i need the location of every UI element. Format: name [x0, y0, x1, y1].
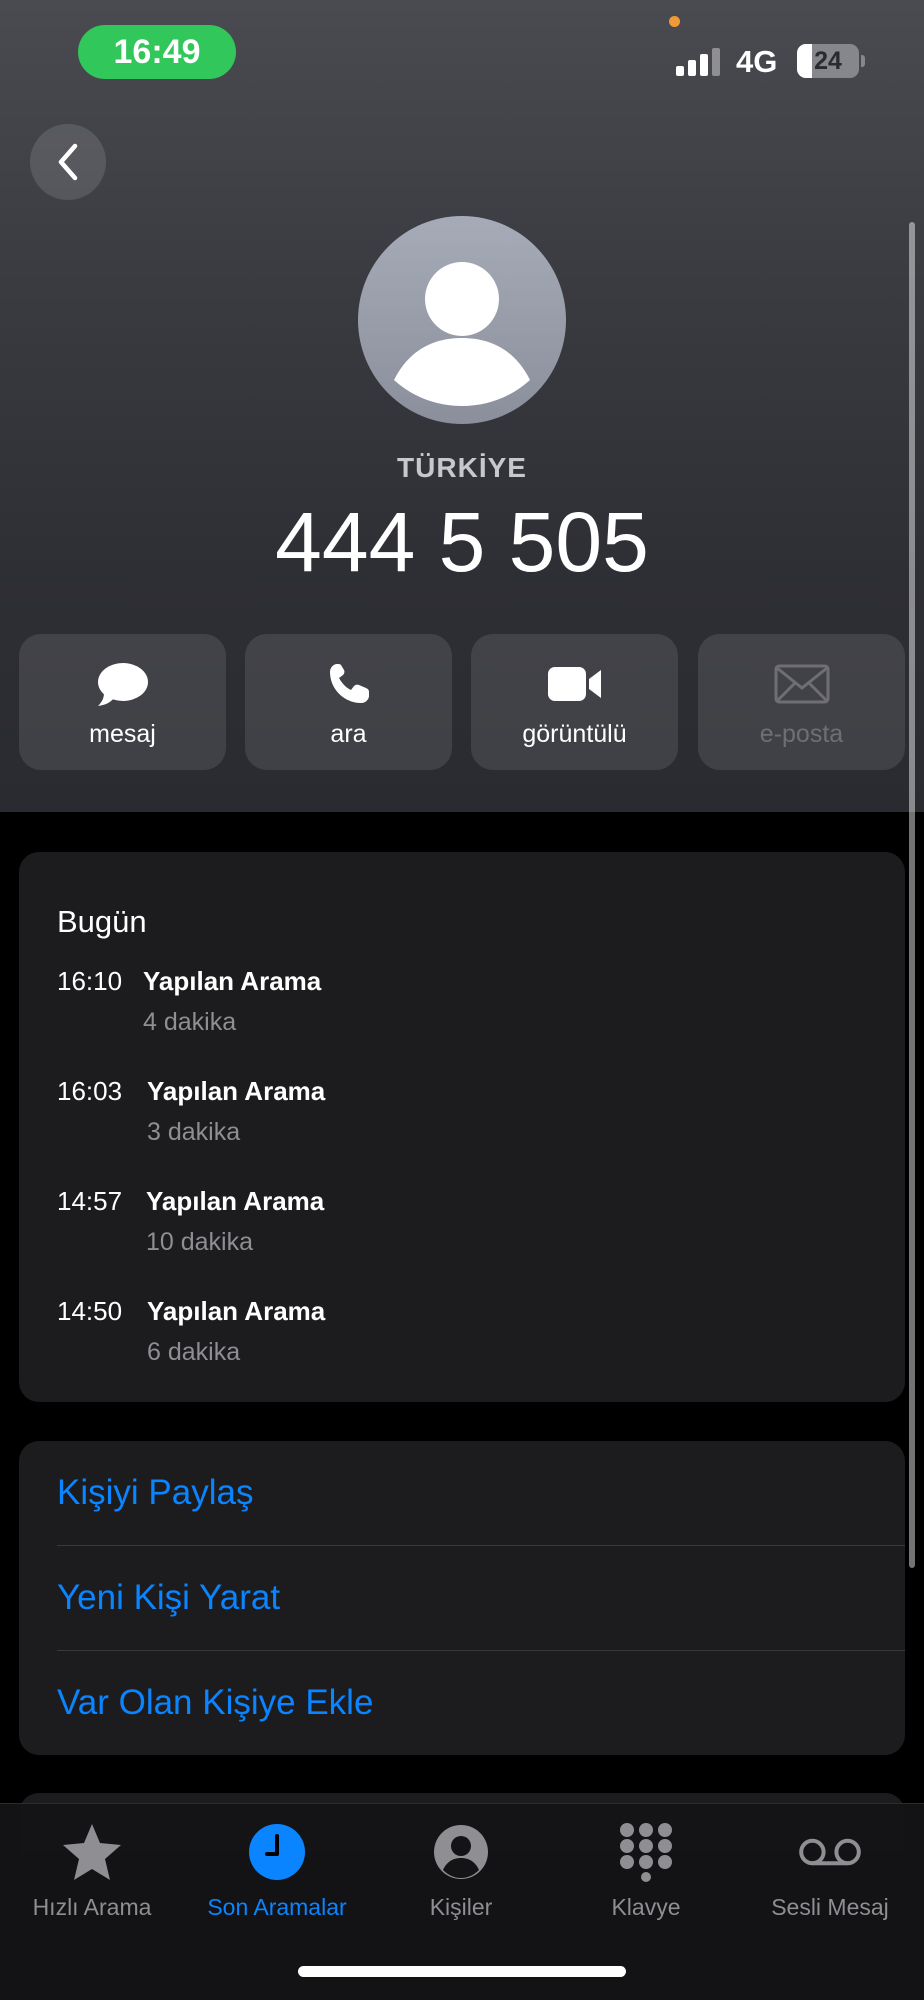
email-button[interactable]: e-posta: [698, 634, 905, 770]
call-button-label: ara: [330, 720, 367, 748]
email-button-label: e-posta: [759, 720, 844, 748]
call-button[interactable]: ara: [245, 634, 452, 770]
call-history-card: Bugün 16:10 Yapılan Arama 4 dakika 16:03…: [19, 852, 905, 1402]
status-time: 16:49: [78, 25, 236, 79]
envelope-icon: [774, 664, 829, 704]
call-duration: 10 dakika: [146, 1228, 254, 1256]
contact-detail-screen: 16:49 4G 24 TÜRKİYE 444 5 505 mesaj ara …: [0, 0, 924, 2000]
clock-icon: [249, 1824, 305, 1880]
call-time: 14:50: [57, 1296, 123, 1326]
tab-contacts[interactable]: Kişiler: [369, 1804, 553, 1924]
tab-recents[interactable]: Son Aramalar: [185, 1804, 369, 1924]
message-button-label: mesaj: [89, 720, 156, 748]
chevron-left-icon: [58, 143, 78, 181]
video-call-button[interactable]: görüntülü: [471, 634, 678, 770]
contact-phone-number: 444 5 505: [275, 495, 649, 589]
tab-voicemail-label: Sesli Mesaj: [771, 1894, 889, 1920]
call-time: 16:10: [57, 966, 123, 996]
call-history-title: Bugün: [57, 904, 147, 939]
person-circle-icon: [434, 1825, 488, 1879]
signal-strength-icon: [676, 46, 722, 76]
call-type: Yapılan Arama: [147, 1296, 326, 1326]
person-silhouette-icon: [394, 262, 530, 406]
call-duration: 3 dakika: [147, 1118, 241, 1146]
call-type: Yapılan Arama: [143, 966, 322, 996]
contact-country: TÜRKİYE: [397, 452, 527, 483]
video-call-button-label: görüntülü: [522, 720, 627, 748]
tab-keypad[interactable]: Klavye: [554, 1804, 738, 1924]
home-indicator[interactable]: [298, 1966, 626, 1977]
battery-icon: 24: [797, 44, 859, 78]
network-type: 4G: [736, 44, 778, 79]
tab-contacts-label: Kişiler: [429, 1894, 493, 1920]
back-button[interactable]: [30, 124, 106, 200]
star-icon: [63, 1824, 121, 1880]
tab-recents-label: Son Aramalar: [207, 1894, 347, 1920]
call-type: Yapılan Arama: [147, 1076, 326, 1106]
message-bubble-icon: [97, 663, 148, 706]
voicemail-icon: [799, 1838, 861, 1866]
add-to-existing-contact-button[interactable]: Var Olan Kişiye Ekle: [57, 1651, 905, 1755]
share-contact-button[interactable]: Kişiyi Paylaş: [57, 1441, 905, 1545]
call-time: 16:03: [57, 1076, 123, 1106]
tab-keypad-label: Klavye: [611, 1894, 681, 1920]
quick-actions: mesaj ara görüntülü e-posta: [19, 634, 905, 770]
battery-tip: [861, 55, 865, 67]
tab-favorites[interactable]: Hızlı Arama: [0, 1804, 184, 1924]
call-duration: 6 dakika: [147, 1338, 241, 1366]
scroll-indicator[interactable]: [909, 222, 915, 1568]
battery-level: 24: [814, 46, 842, 75]
keypad-icon: [620, 1823, 672, 1882]
call-time: 14:57: [57, 1186, 123, 1216]
microphone-indicator-icon: [669, 16, 680, 27]
video-camera-icon: [547, 667, 601, 701]
call-type: Yapılan Arama: [146, 1186, 325, 1216]
message-button[interactable]: mesaj: [19, 634, 226, 770]
tab-favorites-label: Hızlı Arama: [32, 1894, 152, 1920]
call-duration: 4 dakika: [143, 1008, 237, 1036]
contact-options-card: Kişiyi Paylaş Yeni Kişi Yarat Var Olan K…: [19, 1441, 905, 1755]
create-new-contact-button[interactable]: Yeni Kişi Yarat: [57, 1546, 905, 1650]
avatar: [358, 216, 566, 424]
phone-icon: [329, 664, 369, 703]
tab-voicemail[interactable]: Sesli Mesaj: [738, 1804, 922, 1924]
